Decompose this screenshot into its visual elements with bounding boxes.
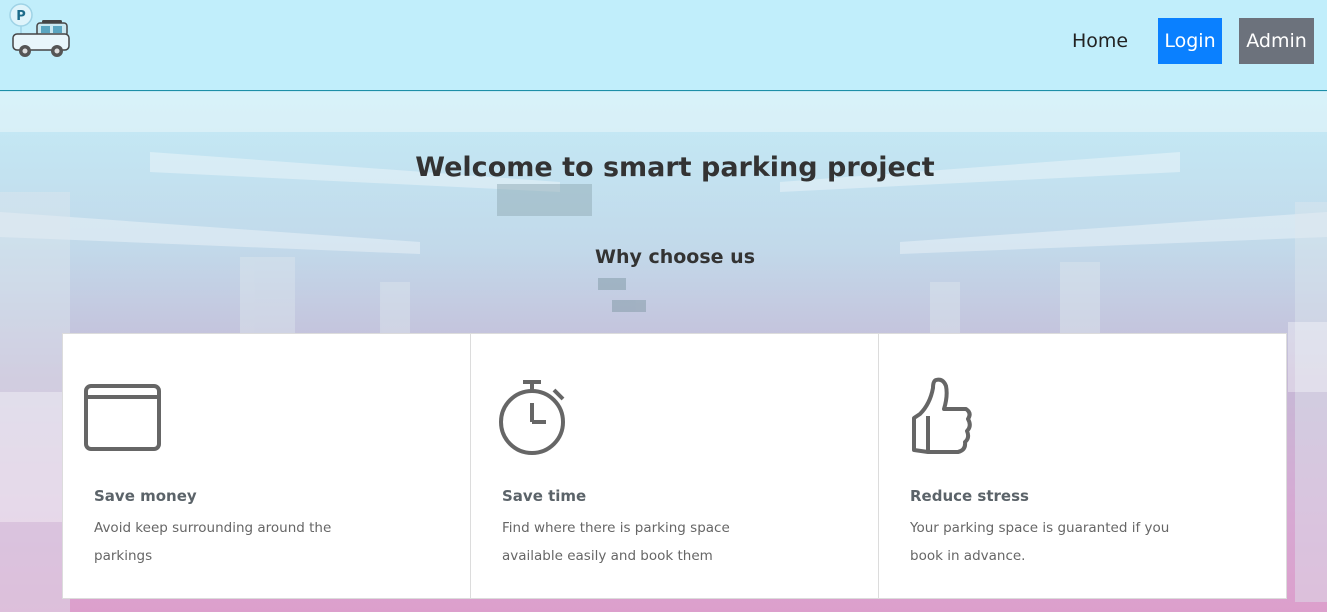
stopwatch-icon — [499, 380, 565, 455]
wallet-icon — [84, 384, 161, 451]
logo-letter: P — [16, 9, 26, 24]
feature-title: Reduce stress — [910, 487, 1029, 505]
feature-description: Find where there is parking space availa… — [502, 520, 730, 564]
page-title: Welcome to smart parking project — [415, 152, 935, 183]
feature-description: Your parking space is guaranted if you b… — [910, 520, 1170, 564]
nav-home-link[interactable]: Home — [1072, 27, 1128, 55]
admin-button[interactable]: Admin — [1239, 18, 1314, 64]
hero-section: Welcome to smart parking project Why cho… — [0, 92, 1327, 612]
feature-description: Avoid keep surrounding around the parkin… — [94, 520, 332, 564]
section-subtitle: Why choose us — [594, 246, 756, 268]
navbar: P Home Login Admin — [0, 0, 1327, 91]
feature-card-reduce-stress: Reduce stress Your parking space is guar… — [878, 333, 1287, 599]
feature-title: Save time — [502, 487, 587, 505]
login-button[interactable]: Login — [1158, 18, 1222, 64]
thumbs-up-icon — [912, 377, 972, 454]
feature-card-save-time: Save time Find where there is parking sp… — [470, 333, 879, 599]
parking-car-logo[interactable]: P — [8, 2, 72, 62]
feature-title: Save money — [94, 487, 197, 505]
feature-card-save-money: Save money Avoid keep surrounding around… — [62, 333, 471, 599]
